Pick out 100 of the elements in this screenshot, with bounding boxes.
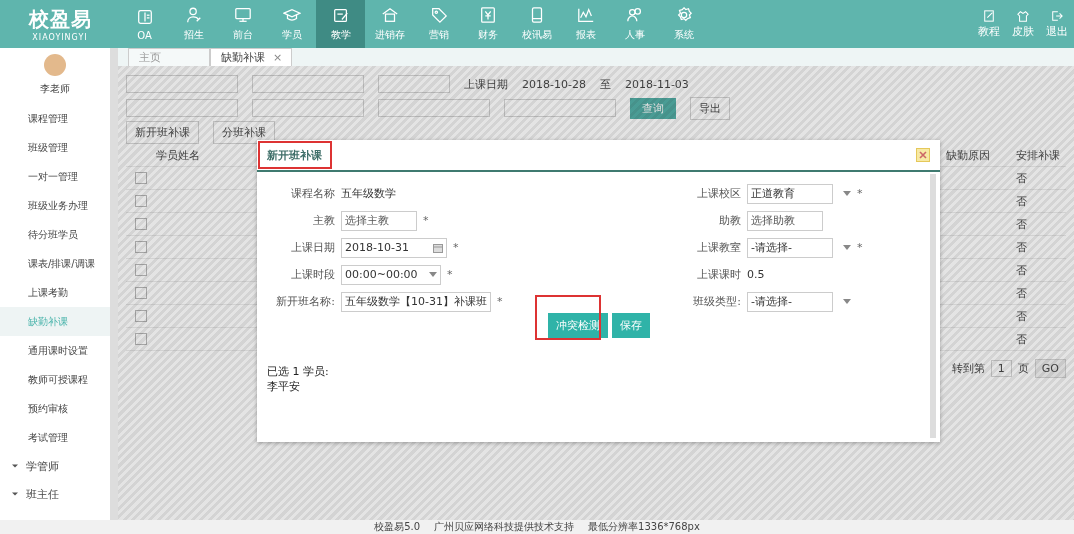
table-cell-text: 否 <box>1016 216 1028 232</box>
table-cell-text: 否 <box>1016 262 1028 278</box>
people-icon <box>625 6 644 24</box>
row-checkbox[interactable] <box>135 333 147 345</box>
filter-field[interactable] <box>252 75 364 93</box>
column-header: 缺勤原因 <box>946 147 991 163</box>
table-cell-text: 否 <box>1016 193 1028 209</box>
id-card-icon <box>135 7 154 26</box>
sidebar-item[interactable]: 班级管理 <box>0 133 110 162</box>
house-icon <box>380 6 399 24</box>
date-label: 上课日期 <box>464 76 508 92</box>
row-checkbox[interactable] <box>135 241 147 253</box>
required-mark: * <box>423 214 429 227</box>
person-icon <box>184 6 203 24</box>
filter-field[interactable] <box>126 99 238 117</box>
date-field[interactable]: 2018-10-31 <box>341 237 447 258</box>
row-checkbox[interactable] <box>135 310 147 322</box>
caret-icon <box>843 191 851 196</box>
sidebar-item[interactable]: 待分班学员 <box>0 220 110 249</box>
input-field[interactable]: 选择助教 <box>747 210 823 231</box>
avatar-icon <box>44 54 66 76</box>
filter-field[interactable] <box>378 75 450 93</box>
footer-text: 广州贝应网络科技提供技术支持 <box>434 520 575 534</box>
page-field[interactable]: 1 <box>990 360 1012 377</box>
close-button[interactable] <box>916 148 930 162</box>
sidebar-group[interactable]: 班主任 <box>26 486 59 502</box>
action-button[interactable]: 分班补课 <box>213 120 275 144</box>
row-checkbox[interactable] <box>135 287 147 299</box>
field-value: 0.5 <box>747 268 765 281</box>
sidebar-item[interactable]: 预约审核 <box>0 394 110 423</box>
required-mark: * <box>453 241 459 254</box>
select-field[interactable]: 正道教育 <box>747 183 833 204</box>
sidebar-item[interactable]: 上课考勤 <box>0 278 110 307</box>
sidebar-item[interactable]: 一对一管理 <box>0 162 110 191</box>
field-label: 上课校区 <box>696 186 741 201</box>
field-label: 上课课时 <box>696 267 741 282</box>
action-button[interactable]: 新开班补课 <box>126 120 199 144</box>
exit-icon <box>1051 9 1063 22</box>
dialog-title: 新开班补课 <box>267 147 322 163</box>
nav-tab[interactable]: 教学 <box>316 0 365 48</box>
clipboard-icon <box>331 6 350 24</box>
go-button[interactable]: GO <box>1034 359 1066 378</box>
field-label: 助教 <box>718 213 741 228</box>
table-cell-text: 否 <box>1016 331 1028 347</box>
calendar-icon <box>433 242 443 253</box>
sidebar-item[interactable]: 考试管理 <box>0 423 110 452</box>
select-field[interactable]: -请选择- <box>747 237 833 258</box>
field-label: 上课教室 <box>696 240 741 255</box>
field-label: 上课时段 <box>290 267 335 282</box>
input-field[interactable]: 选择主教 <box>341 210 417 231</box>
row-checkbox[interactable] <box>135 195 147 207</box>
required-mark: * <box>497 295 503 308</box>
caret-icon <box>843 245 851 250</box>
required-mark: * <box>857 187 863 200</box>
input-field[interactable]: 五年级数学【10-31】补课班 <box>341 291 491 312</box>
filter-field[interactable] <box>126 75 238 93</box>
field-value: 五年级数学 <box>341 186 396 201</box>
table-cell-text: 否 <box>1016 285 1028 301</box>
tab-close-button[interactable]: × <box>273 51 283 64</box>
date-from: 2018-10-28 <box>522 77 586 91</box>
brand-logo: 校盈易 XIAOYINGYI <box>27 6 93 44</box>
sidebar-item[interactable]: 课表/排课/调课 <box>0 249 110 278</box>
column-header: 学员姓名 <box>156 147 201 163</box>
sidebar-item[interactable]: 教师可授课程 <box>0 365 110 394</box>
filter-field[interactable] <box>378 99 490 117</box>
table-cell-text: 否 <box>1016 239 1028 255</box>
export-button[interactable]: 导出 <box>690 96 730 120</box>
caret-icon <box>843 299 851 304</box>
field-label: 课程名称 <box>290 186 335 201</box>
annotation-rectangle <box>535 295 601 340</box>
sidebar-group[interactable]: 学管师 <box>26 458 59 474</box>
sidebar-item[interactable]: 课程管理 <box>0 104 110 133</box>
filter-field[interactable] <box>504 99 616 117</box>
select-field[interactable]: 00:00~00:00 <box>341 264 441 285</box>
row-checkbox[interactable] <box>135 172 147 184</box>
notepad-icon <box>983 9 995 22</box>
user-name: 李老师 <box>39 82 71 96</box>
field-label: 新开班名称: <box>275 294 335 309</box>
selected-count: 已选 1 学员: <box>267 364 330 379</box>
table-cell-text: 否 <box>1016 170 1028 186</box>
field-label: 班级类型: <box>692 294 741 309</box>
shirt-icon <box>1017 9 1029 22</box>
required-mark: * <box>857 241 863 254</box>
field-label: 上课日期 <box>290 240 335 255</box>
pager-label: 页 <box>1017 361 1029 376</box>
close-icon <box>919 151 927 159</box>
filter-field[interactable] <box>252 99 364 117</box>
tag-icon <box>429 6 448 24</box>
column-header: 安排补课 <box>1016 147 1061 163</box>
yen-document-icon <box>478 6 497 24</box>
table-cell-text: 否 <box>1016 308 1028 324</box>
footer-text: 最低分辨率1336*768px <box>588 520 700 534</box>
row-checkbox[interactable] <box>135 218 147 230</box>
select-field[interactable]: -请选择- <box>747 291 833 312</box>
field-label: 主教 <box>312 213 335 228</box>
sidebar-item[interactable]: 通用课时设置 <box>0 336 110 365</box>
page-tab[interactable]: 缺勤补课 × <box>210 48 292 66</box>
date-to: 2018-11-03 <box>624 77 689 91</box>
row-checkbox[interactable] <box>135 264 147 276</box>
sidebar-item[interactable]: 班级业务办理 <box>0 191 110 220</box>
